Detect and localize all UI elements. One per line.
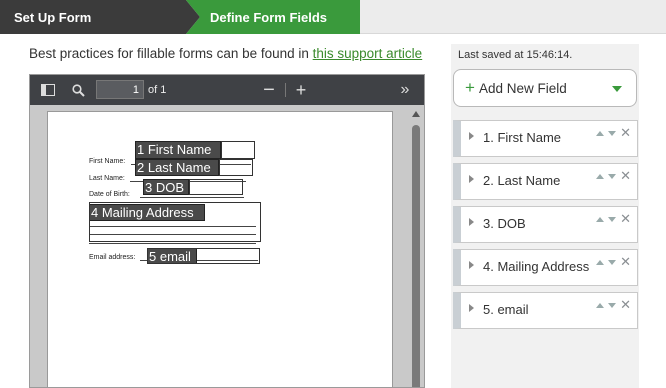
form-field-dob[interactable]: 3 DOB <box>143 179 189 195</box>
move-down-icon[interactable] <box>608 173 617 179</box>
expand-triangle-icon[interactable] <box>469 218 474 226</box>
expand-triangle-icon[interactable] <box>469 175 474 183</box>
dob-label: Date of Birth: <box>89 191 130 198</box>
fields-panel: Last saved at 15:46:14. + Add New Field … <box>451 44 639 388</box>
close-icon[interactable]: ✕ <box>620 126 631 139</box>
form-field-first-name-box[interactable] <box>221 141 255 159</box>
viewer-toolbar: 1 of 1 − + » <box>30 75 424 105</box>
step-bar: Set Up Form Define Form Fields <box>0 0 666 34</box>
address-line-3 <box>89 243 256 244</box>
field-item-mailing-address[interactable]: 4. Mailing Address ✕ <box>453 249 638 286</box>
support-article-link[interactable]: this support article <box>313 46 423 61</box>
expand-triangle-icon[interactable] <box>469 304 474 312</box>
field-item-label: 5. email <box>483 302 529 317</box>
plus-icon: + <box>465 78 475 97</box>
field-item-label: 2. Last Name <box>483 173 561 188</box>
field-item-first-name[interactable]: 1. First Name ✕ <box>453 120 638 157</box>
field-item-label: 1. First Name <box>483 130 562 145</box>
field-item-last-name[interactable]: 2. Last Name ✕ <box>453 163 638 200</box>
step-label: Define Form Fields <box>210 9 328 25</box>
field-item-label: 3. DOB <box>483 216 526 231</box>
move-down-icon[interactable] <box>608 130 617 136</box>
field-item-email[interactable]: 5. email ✕ <box>453 292 638 329</box>
add-new-field-label: Add New Field <box>478 80 567 96</box>
move-down-icon[interactable] <box>608 216 617 222</box>
last-saved-status: Last saved at 15:46:14. <box>458 49 573 61</box>
expand-triangle-icon[interactable] <box>469 261 474 269</box>
dob-line <box>140 197 244 198</box>
field-list: 1. First Name ✕ 2. Last Name ✕ 3. DOB ✕ <box>453 120 638 335</box>
email-label: Email address: <box>89 254 136 261</box>
form-field-mailing-address-box[interactable] <box>89 202 261 242</box>
last-name-label: Last Name: <box>89 175 125 182</box>
sidebar-toggle-icon[interactable] <box>38 75 58 105</box>
form-field-first-name[interactable]: 1 First Name <box>135 141 221 159</box>
step-define-form-fields[interactable]: Define Form Fields <box>186 0 360 34</box>
best-practices-hint: Best practices for fillable forms can be… <box>29 46 422 61</box>
step-label: Set Up Form <box>14 9 92 25</box>
move-up-icon[interactable] <box>596 259 605 265</box>
pdf-page: First Name: Last Name: Date of Birth: Em… <box>47 111 393 387</box>
close-icon[interactable]: ✕ <box>620 212 631 225</box>
move-up-icon[interactable] <box>596 216 605 222</box>
zoom-out-icon[interactable]: − <box>258 75 280 105</box>
form-field-last-name-box[interactable] <box>219 159 253 176</box>
move-up-icon[interactable] <box>596 130 605 136</box>
page-count: of 1 <box>148 84 167 96</box>
hint-text: Best practices for fillable forms can be… <box>29 46 313 61</box>
more-tools-icon[interactable]: » <box>394 75 416 105</box>
form-field-email-box[interactable] <box>147 248 260 264</box>
step-set-up-form[interactable]: Set Up Form <box>0 0 200 34</box>
field-item-dob[interactable]: 3. DOB ✕ <box>453 206 638 243</box>
first-name-label: First Name: <box>89 158 126 165</box>
move-down-icon[interactable] <box>608 302 617 308</box>
field-item-label: 4. Mailing Address <box>483 259 590 274</box>
zoom-in-icon[interactable]: + <box>290 75 312 105</box>
add-new-field-button[interactable]: + Add New Field <box>453 69 637 107</box>
search-icon[interactable] <box>68 75 88 105</box>
viewer-scrollbar[interactable] <box>410 111 422 387</box>
chevron-down-icon[interactable] <box>612 86 622 92</box>
move-down-icon[interactable] <box>608 259 617 265</box>
close-icon[interactable]: ✕ <box>620 169 631 182</box>
close-icon[interactable]: ✕ <box>620 255 631 268</box>
page-number-input[interactable]: 1 <box>96 80 144 99</box>
close-icon[interactable]: ✕ <box>620 298 631 311</box>
form-field-dob-box[interactable] <box>189 179 243 195</box>
toolbar-divider <box>285 83 286 97</box>
form-field-last-name[interactable]: 2 Last Name <box>135 159 219 176</box>
move-up-icon[interactable] <box>596 302 605 308</box>
expand-triangle-icon[interactable] <box>469 132 474 140</box>
pdf-viewer: 1 of 1 − + » First Name: Last Name: Date… <box>29 74 425 388</box>
move-up-icon[interactable] <box>596 173 605 179</box>
scroll-up-icon[interactable] <box>412 111 420 117</box>
scroll-thumb[interactable] <box>412 125 420 387</box>
